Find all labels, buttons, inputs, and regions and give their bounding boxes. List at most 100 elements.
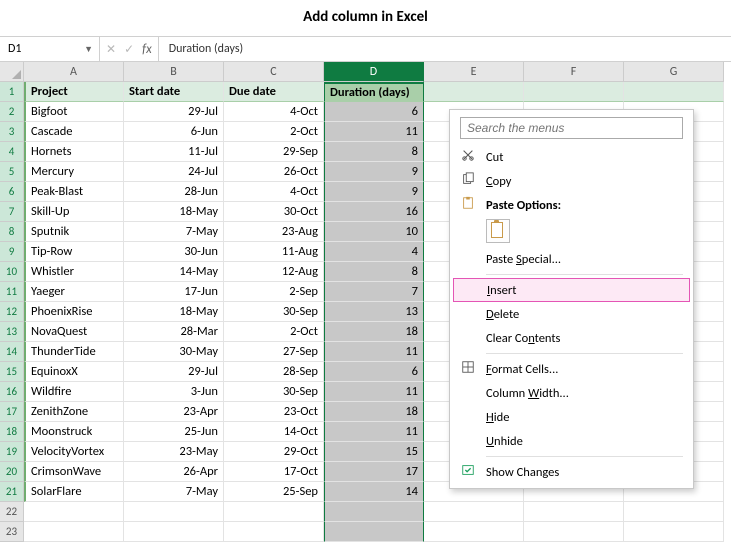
header-cell[interactable]: Project bbox=[24, 82, 124, 102]
cell-project[interactable]: Cascade bbox=[24, 122, 124, 142]
cell-due-date[interactable]: 30-Oct bbox=[224, 202, 324, 222]
cell-project[interactable]: Peak-Blast bbox=[24, 182, 124, 202]
cell-due-date[interactable]: 23-Oct bbox=[224, 402, 324, 422]
row-header-16[interactable]: 16 bbox=[0, 382, 24, 402]
cell-empty[interactable] bbox=[224, 522, 324, 542]
cell-due-date[interactable]: 2-Sep bbox=[224, 282, 324, 302]
cell-project[interactable]: Moonstruck bbox=[24, 422, 124, 442]
cell-duration[interactable]: 7 bbox=[324, 282, 424, 302]
menu-format-cells[interactable]: Format Cells... bbox=[450, 357, 693, 381]
cell-project[interactable]: Hornets bbox=[24, 142, 124, 162]
cell-empty[interactable] bbox=[624, 502, 724, 522]
cell-start-date[interactable]: 17-Jun bbox=[124, 282, 224, 302]
cell-project[interactable]: NovaQuest bbox=[24, 322, 124, 342]
cell-duration[interactable]: 9 bbox=[324, 162, 424, 182]
menu-delete[interactable]: Delete bbox=[450, 302, 693, 326]
formula-input[interactable]: Duration (days) bbox=[159, 42, 253, 56]
row-header-13[interactable]: 13 bbox=[0, 322, 24, 342]
cell-duration[interactable]: 9 bbox=[324, 182, 424, 202]
header-cell[interactable] bbox=[524, 82, 624, 102]
cell-project[interactable]: VelocityVortex bbox=[24, 442, 124, 462]
menu-show-changes[interactable]: Show Changes bbox=[450, 460, 693, 484]
menu-paste-special[interactable]: Paste Special... bbox=[450, 247, 693, 271]
cell-start-date[interactable]: 24-Jul bbox=[124, 162, 224, 182]
cell-duration[interactable]: 11 bbox=[324, 342, 424, 362]
cell-duration[interactable]: 18 bbox=[324, 402, 424, 422]
cell-due-date[interactable]: 30-Sep bbox=[224, 302, 324, 322]
cell-empty[interactable] bbox=[624, 522, 724, 542]
row-header-7[interactable]: 7 bbox=[0, 202, 24, 222]
cell-start-date[interactable]: 18-May bbox=[124, 302, 224, 322]
column-header-D[interactable]: D bbox=[324, 62, 424, 82]
cell-due-date[interactable]: 2-Oct bbox=[224, 122, 324, 142]
menu-insert[interactable]: Insert bbox=[453, 278, 690, 302]
cell-project[interactable]: EquinoxX bbox=[24, 362, 124, 382]
chevron-down-icon[interactable]: ▼ bbox=[84, 44, 93, 55]
cell-empty[interactable] bbox=[124, 522, 224, 542]
cell-empty[interactable] bbox=[324, 502, 424, 522]
menu-unhide[interactable]: Unhide bbox=[450, 429, 693, 453]
cell-start-date[interactable]: 14-May bbox=[124, 262, 224, 282]
cell-project[interactable]: Whistler bbox=[24, 262, 124, 282]
row-header-9[interactable]: 9 bbox=[0, 242, 24, 262]
column-header-C[interactable]: C bbox=[224, 62, 324, 82]
column-header-A[interactable]: A bbox=[24, 62, 124, 82]
cell-project[interactable]: Yaeger bbox=[24, 282, 124, 302]
header-cell[interactable] bbox=[424, 82, 524, 102]
menu-hide[interactable]: Hide bbox=[450, 405, 693, 429]
row-header-23[interactable]: 23 bbox=[0, 522, 24, 542]
cell-empty[interactable] bbox=[224, 502, 324, 522]
cell-duration[interactable]: 8 bbox=[324, 262, 424, 282]
cell-duration[interactable]: 6 bbox=[324, 362, 424, 382]
cell-project[interactable]: Tip-Row bbox=[24, 242, 124, 262]
cell-project[interactable]: SolarFlare bbox=[24, 482, 124, 502]
cell-duration[interactable]: 6 bbox=[324, 102, 424, 122]
fx-icon[interactable]: fx bbox=[142, 42, 152, 57]
header-cell[interactable] bbox=[624, 82, 724, 102]
cell-duration[interactable]: 10 bbox=[324, 222, 424, 242]
cell-duration[interactable]: 4 bbox=[324, 242, 424, 262]
paste-option-normal[interactable] bbox=[486, 219, 510, 243]
menu-clear-contents[interactable]: Clear Contents bbox=[450, 326, 693, 350]
cell-project[interactable]: Wildfire bbox=[24, 382, 124, 402]
cell-start-date[interactable]: 6-Jun bbox=[124, 122, 224, 142]
cell-duration[interactable]: 11 bbox=[324, 382, 424, 402]
menu-column-width[interactable]: Column Width... bbox=[450, 381, 693, 405]
cell-due-date[interactable]: 2-Oct bbox=[224, 322, 324, 342]
cell-due-date[interactable]: 28-Sep bbox=[224, 362, 324, 382]
cell-duration[interactable]: 15 bbox=[324, 442, 424, 462]
cell-due-date[interactable]: 23-Aug bbox=[224, 222, 324, 242]
row-header-6[interactable]: 6 bbox=[0, 182, 24, 202]
row-header-20[interactable]: 20 bbox=[0, 462, 24, 482]
column-header-G[interactable]: G bbox=[624, 62, 724, 82]
cell-empty[interactable] bbox=[524, 522, 624, 542]
cell-due-date[interactable]: 30-Sep bbox=[224, 382, 324, 402]
cell-project[interactable]: Sputnik bbox=[24, 222, 124, 242]
cell-duration[interactable]: 17 bbox=[324, 462, 424, 482]
cell-due-date[interactable]: 27-Sep bbox=[224, 342, 324, 362]
cell-duration[interactable]: 13 bbox=[324, 302, 424, 322]
cell-due-date[interactable]: 4-Oct bbox=[224, 182, 324, 202]
cell-start-date[interactable]: 30-May bbox=[124, 342, 224, 362]
cell-due-date[interactable]: 14-Oct bbox=[224, 422, 324, 442]
cancel-icon[interactable]: ✕ bbox=[106, 42, 116, 57]
cell-project[interactable]: Mercury bbox=[24, 162, 124, 182]
cell-project[interactable]: ZenithZone bbox=[24, 402, 124, 422]
cell-start-date[interactable]: 18-May bbox=[124, 202, 224, 222]
cell-project[interactable]: CrimsonWave bbox=[24, 462, 124, 482]
row-header-17[interactable]: 17 bbox=[0, 402, 24, 422]
menu-cut[interactable]: Cut bbox=[450, 145, 693, 169]
header-cell[interactable]: Due date bbox=[224, 82, 324, 102]
select-all-corner[interactable] bbox=[0, 62, 24, 82]
row-header-4[interactable]: 4 bbox=[0, 142, 24, 162]
cell-empty[interactable] bbox=[524, 502, 624, 522]
row-header-15[interactable]: 15 bbox=[0, 362, 24, 382]
row-header-19[interactable]: 19 bbox=[0, 442, 24, 462]
row-header-3[interactable]: 3 bbox=[0, 122, 24, 142]
cell-start-date[interactable]: 23-May bbox=[124, 442, 224, 462]
cell-project[interactable]: Bigfoot bbox=[24, 102, 124, 122]
cell-due-date[interactable]: 25-Sep bbox=[224, 482, 324, 502]
row-header-2[interactable]: 2 bbox=[0, 102, 24, 122]
cell-empty[interactable] bbox=[24, 502, 124, 522]
column-header-E[interactable]: E bbox=[424, 62, 524, 82]
